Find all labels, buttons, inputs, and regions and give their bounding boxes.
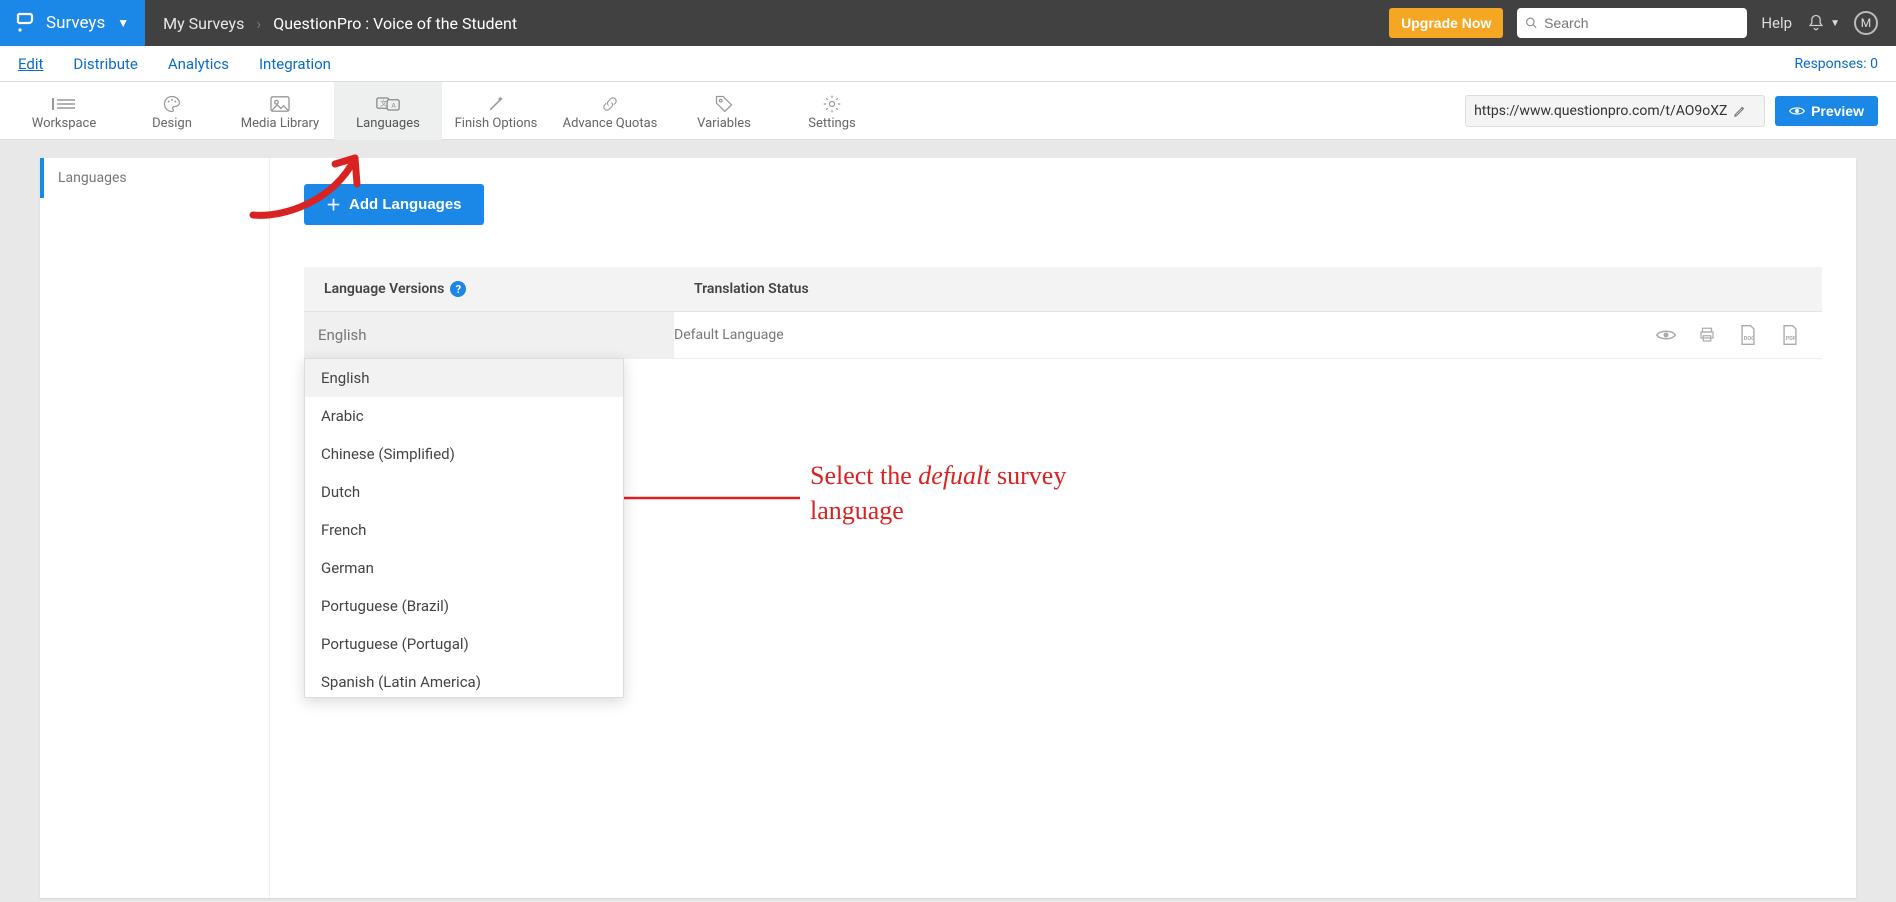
toolbar: Workspace Design Media Library 文A Langua…: [0, 82, 1896, 140]
subnav-item-integration[interactable]: Integration: [259, 55, 331, 73]
table-row: English English Arabic Chinese (Simplifi…: [304, 312, 1822, 359]
doc-icon[interactable]: DOC: [1738, 324, 1758, 346]
dropdown-item[interactable]: French: [305, 511, 623, 549]
tool-finish-options[interactable]: Finish Options: [442, 82, 550, 140]
status-cell: Default Language: [674, 312, 1656, 358]
palette-icon: [161, 94, 183, 114]
side-tabs: Languages: [40, 158, 270, 898]
wand-icon: [485, 94, 507, 114]
content-area: ＋ Add Languages Language Versions ? Tran…: [270, 158, 1856, 898]
annotation-text: Select the defualt survey language: [810, 458, 1066, 528]
tool-variables[interactable]: Variables: [670, 82, 778, 140]
gear-icon: [822, 94, 842, 114]
breadcrumb-current: QuestionPro : Voice of the Student: [273, 14, 517, 33]
dropdown-item[interactable]: Portuguese (Brazil): [305, 587, 623, 625]
pdf-icon[interactable]: PDF: [1780, 324, 1800, 346]
help-link[interactable]: Help: [1761, 14, 1792, 32]
dropdown-item[interactable]: Spanish (Latin America): [305, 663, 623, 698]
toolbar-right: https://www.questionpro.com/t/AO9oXZ Pre…: [1465, 95, 1878, 127]
top-bar: Surveys ▼ My Surveys › QuestionPro : Voi…: [0, 0, 1896, 46]
search-box[interactable]: [1517, 8, 1747, 38]
dropdown-item[interactable]: English: [305, 359, 623, 397]
survey-url-box[interactable]: https://www.questionpro.com/t/AO9oXZ: [1465, 95, 1765, 127]
dropdown-item[interactable]: Chinese (Simplified): [305, 435, 623, 473]
topbar-right: Upgrade Now Help ▼ M: [1389, 8, 1896, 38]
caret-down-icon: ▼: [1830, 18, 1840, 29]
brand-dropdown[interactable]: Surveys ▼: [0, 0, 145, 46]
breadcrumb-root[interactable]: My Surveys: [163, 14, 244, 33]
svg-text:A: A: [391, 101, 396, 109]
main-panel: Languages ＋ Add Languages Language Versi…: [40, 158, 1856, 898]
dropdown-item[interactable]: Portuguese (Portugal): [305, 625, 623, 663]
brand-logo-icon: [16, 12, 34, 34]
breadcrumb: My Surveys › QuestionPro : Voice of the …: [145, 14, 535, 33]
subnav-item-analytics[interactable]: Analytics: [168, 55, 229, 73]
secondary-nav: Edit Distribute Analytics Integration Re…: [0, 46, 1896, 82]
language-dropdown: English Arabic Chinese (Simplified) Dutc…: [304, 358, 624, 698]
tool-settings[interactable]: Settings: [778, 82, 886, 140]
svg-text:文: 文: [380, 99, 387, 108]
column-language-versions: Language Versions ?: [324, 281, 694, 297]
chevron-right-icon: ›: [256, 14, 261, 33]
workspace-icon: [51, 94, 77, 114]
subnav-item-edit[interactable]: Edit: [18, 55, 43, 73]
column-translation-status: Translation Status: [694, 281, 1802, 297]
dropdown-item[interactable]: Dutch: [305, 473, 623, 511]
tool-design[interactable]: Design: [118, 82, 226, 140]
table-header: Language Versions ? Translation Status: [304, 267, 1822, 312]
link-icon: [599, 94, 621, 114]
upgrade-button[interactable]: Upgrade Now: [1389, 8, 1503, 38]
handdrawn-arrow-icon: [245, 140, 405, 230]
subnav-item-distribute[interactable]: Distribute: [73, 55, 137, 73]
eye-icon[interactable]: [1656, 328, 1676, 342]
help-icon[interactable]: ?: [450, 281, 466, 297]
language-cell: English English Arabic Chinese (Simplifi…: [304, 312, 674, 358]
tool-media-library[interactable]: Media Library: [226, 82, 334, 140]
svg-text:PDF: PDF: [1786, 336, 1796, 342]
print-icon[interactable]: [1698, 326, 1716, 344]
language-select[interactable]: English English Arabic Chinese (Simplifi…: [304, 312, 674, 358]
caret-down-icon: ▼: [117, 16, 129, 30]
image-icon: [269, 94, 291, 114]
responses-count[interactable]: Responses: 0: [1795, 56, 1878, 72]
translate-icon: 文A: [376, 94, 400, 114]
pencil-icon[interactable]: [1733, 104, 1747, 118]
side-tab-languages[interactable]: Languages: [40, 158, 269, 198]
avatar[interactable]: M: [1854, 11, 1878, 35]
bell-icon: [1806, 13, 1826, 33]
row-actions: DOC PDF: [1656, 312, 1822, 358]
svg-text:DOC: DOC: [1744, 336, 1755, 342]
dropdown-item[interactable]: German: [305, 549, 623, 587]
tool-languages[interactable]: 文A Languages: [334, 82, 442, 140]
survey-url-value: https://www.questionpro.com/t/AO9oXZ: [1474, 103, 1727, 119]
tag-icon: [713, 94, 735, 114]
tool-workspace[interactable]: Workspace: [10, 82, 118, 140]
preview-button[interactable]: Preview: [1775, 96, 1878, 126]
dropdown-item[interactable]: Arabic: [305, 397, 623, 435]
notifications-dropdown[interactable]: ▼: [1806, 13, 1840, 33]
eye-icon: [1789, 105, 1805, 117]
search-input[interactable]: [1544, 15, 1739, 31]
search-icon: [1525, 16, 1538, 30]
brand-label: Surveys: [46, 13, 105, 33]
tool-advance-quotas[interactable]: Advance Quotas: [550, 82, 670, 140]
